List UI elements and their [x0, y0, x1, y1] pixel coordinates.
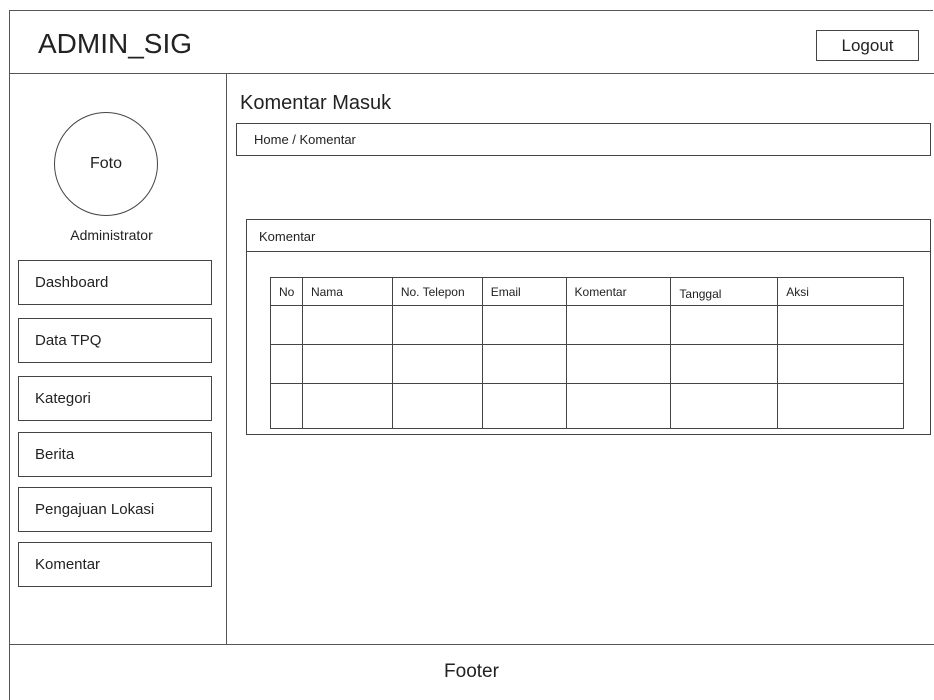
table-row — [270, 305, 904, 345]
table-cell — [565, 305, 672, 345]
app-title: ADMIN_SIG — [38, 28, 193, 59]
sidebar-item-data-tpq[interactable]: Data TPQ — [18, 318, 212, 363]
column-header-aksi: Aksi — [777, 277, 904, 306]
table-cell — [565, 383, 672, 429]
table-cell — [777, 305, 904, 345]
table-row — [270, 383, 904, 429]
table-cell — [391, 344, 483, 384]
footer: Footer — [9, 644, 934, 691]
table-cell — [481, 305, 567, 345]
comments-table: No Nama No. Telepon Email Komentar Tangg… — [270, 277, 904, 429]
table-cell — [270, 383, 303, 429]
table-cell — [481, 344, 567, 384]
page-title: Komentar Masuk — [240, 92, 392, 114]
sidebar-item-berita[interactable]: Berita — [18, 432, 212, 477]
column-header-email: Email — [481, 277, 567, 306]
table-cell — [301, 383, 393, 429]
table-cell — [301, 344, 393, 384]
panel-title: Komentar — [247, 220, 930, 252]
sidebar-item-kategori[interactable]: Kategori — [18, 376, 212, 421]
breadcrumb[interactable]: Home / Komentar — [236, 123, 931, 156]
user-role: Administrator — [70, 227, 153, 243]
main-content: Komentar Masuk Home / Komentar Komentar … — [227, 74, 934, 644]
column-header-tanggal: Tanggal — [670, 277, 779, 306]
avatar: Foto — [54, 112, 158, 216]
column-header-no-telepon: No. Telepon — [391, 277, 483, 306]
column-header-no: No — [270, 277, 303, 306]
table-cell — [301, 305, 393, 345]
sidebar-item-pengajuan-lokasi[interactable]: Pengajuan Lokasi — [18, 487, 212, 532]
table-header-row: No Nama No. Telepon Email Komentar Tangg… — [270, 277, 904, 306]
table-cell — [777, 383, 904, 429]
table-cell — [481, 383, 567, 429]
table-cell — [777, 344, 904, 384]
top-header: ADMIN_SIG Logout — [9, 10, 934, 74]
column-header-komentar: Komentar — [565, 277, 672, 306]
table-cell — [565, 344, 672, 384]
table-cell — [270, 344, 303, 384]
column-header-nama: Nama — [301, 277, 393, 306]
table-cell — [670, 344, 779, 384]
table-cell — [270, 305, 303, 345]
sidebar: Foto Administrator Dashboard Data TPQ Ka… — [9, 74, 227, 644]
sidebar-item-dashboard[interactable]: Dashboard — [18, 260, 212, 305]
table-cell — [670, 383, 779, 429]
avatar-label: Foto — [89, 155, 122, 172]
table-row — [270, 344, 904, 384]
comments-panel: Komentar No Nama No. Telepon Email Komen… — [246, 219, 931, 435]
sidebar-item-komentar[interactable]: Komentar — [18, 542, 212, 587]
table-cell — [391, 305, 483, 345]
table-cell — [391, 383, 483, 429]
table-cell — [670, 305, 779, 345]
logout-button[interactable]: Logout — [816, 30, 919, 61]
